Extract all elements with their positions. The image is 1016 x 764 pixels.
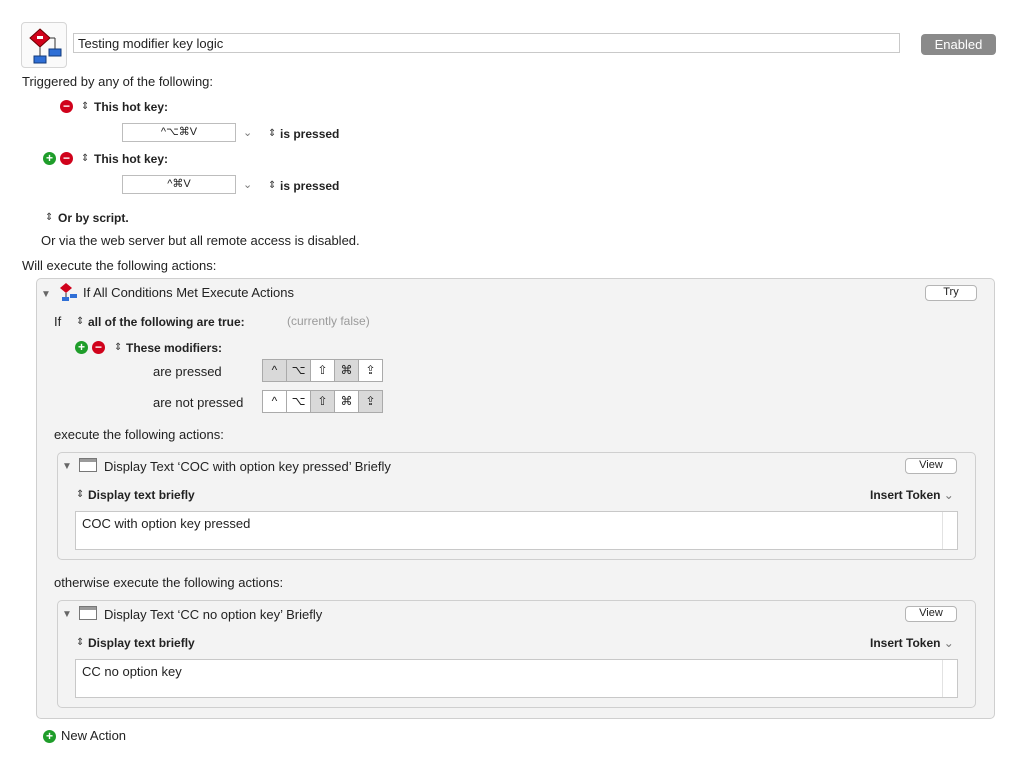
flowchart-icon	[29, 28, 62, 64]
insert-token-menu[interactable]: Insert Token ⌄	[870, 636, 954, 650]
insert-token-label: Insert Token	[870, 636, 941, 650]
modifiers-label[interactable]: These modifiers:	[126, 341, 222, 355]
not-pressed-modifier-toggle[interactable]: ⌥	[287, 391, 311, 412]
pressed-modifiers: ^ ⌥ ⇧ ⌘ ⇪	[262, 359, 383, 382]
then-display-mode[interactable]: Display text briefly	[88, 488, 195, 502]
then-text-value: COC with option key pressed	[82, 516, 251, 531]
updown-icon[interactable]: ⇕	[114, 342, 122, 353]
chevron-down-icon[interactable]: ⌄	[243, 178, 252, 191]
if-action-box: ▼ If All Conditions Met Execute Actions …	[36, 278, 995, 719]
if-label: If	[54, 314, 62, 329]
else-text-area[interactable]: CC no option key	[75, 659, 958, 698]
updown-icon[interactable]: ⇕	[45, 212, 53, 223]
display-text-icon	[79, 606, 97, 620]
not-pressed-modifier-toggle[interactable]: ⌘	[335, 391, 359, 412]
pressed-modifier-toggle[interactable]: ⇧	[311, 360, 335, 381]
chevron-down-icon: ⌄	[940, 488, 954, 502]
pressed-label: are pressed	[153, 364, 222, 379]
else-action-box: ▼ Display Text ‘CC no option key’ Briefl…	[57, 600, 976, 708]
not-pressed-modifier-toggle[interactable]: ^	[263, 391, 287, 412]
disclosure-triangle-icon[interactable]: ▼	[62, 461, 72, 472]
if-action-title: If All Conditions Met Execute Actions	[83, 285, 294, 300]
updown-icon[interactable]: ⇕	[268, 128, 276, 139]
updown-icon[interactable]: ⇕	[76, 316, 84, 327]
not-pressed-modifier-toggle[interactable]: ⇧	[311, 391, 335, 412]
view-button[interactable]: View	[905, 606, 957, 622]
actions-heading: Will execute the following actions:	[22, 258, 217, 273]
disclosure-triangle-icon[interactable]: ▼	[41, 289, 51, 300]
macro-icon[interactable]	[21, 22, 67, 68]
scrollbar[interactable]	[942, 660, 957, 697]
remove-trigger-1-icon[interactable]: −	[60, 100, 73, 113]
else-display-mode[interactable]: Display text briefly	[88, 636, 195, 650]
add-condition-icon[interactable]: +	[75, 341, 88, 354]
chevron-down-icon: ⌄	[940, 636, 954, 650]
else-text-value: CC no option key	[82, 664, 182, 679]
script-trigger[interactable]: Or by script.	[58, 211, 129, 225]
hotkey-1-field[interactable]: ^⌥⌘V	[122, 123, 236, 142]
hotkey-2-condition[interactable]: is pressed	[280, 179, 339, 193]
new-action-button[interactable]: New Action	[61, 728, 126, 743]
then-action-box: ▼ Display Text ‘COC with option key pres…	[57, 452, 976, 560]
updown-icon[interactable]: ⇕	[76, 637, 84, 648]
else-label: otherwise execute the following actions:	[54, 575, 284, 590]
pressed-modifier-toggle[interactable]: ⌥	[287, 360, 311, 381]
updown-icon[interactable]: ⇕	[268, 180, 276, 191]
hotkey-1-condition[interactable]: is pressed	[280, 127, 339, 141]
updown-icon[interactable]: ⇕	[81, 153, 89, 164]
remove-condition-icon[interactable]: −	[92, 341, 105, 354]
view-button[interactable]: View	[905, 458, 957, 474]
hotkey-2-field[interactable]: ^⌘V	[122, 175, 236, 194]
trigger-1-label[interactable]: This hot key:	[94, 100, 168, 114]
insert-token-label: Insert Token	[870, 488, 941, 502]
updown-icon[interactable]: ⇕	[81, 101, 89, 112]
pressed-modifier-toggle[interactable]: ⇪	[359, 360, 382, 381]
then-text-area[interactable]: COC with option key pressed	[75, 511, 958, 550]
macro-name-field[interactable]: Testing modifier key logic	[73, 33, 900, 53]
triggers-heading: Triggered by any of the following:	[22, 74, 214, 89]
chevron-down-icon[interactable]: ⌄	[243, 126, 252, 139]
add-trigger-icon[interactable]: +	[43, 152, 56, 165]
condition-select[interactable]: all of the following are true:	[88, 315, 245, 329]
remove-trigger-2-icon[interactable]: −	[60, 152, 73, 165]
display-text-icon	[79, 458, 97, 472]
not-pressed-label: are not pressed	[153, 395, 244, 410]
not-pressed-modifier-toggle[interactable]: ⇪	[359, 391, 382, 412]
trigger-2-label[interactable]: This hot key:	[94, 152, 168, 166]
not-pressed-modifiers: ^ ⌥ ⇧ ⌘ ⇪	[262, 390, 383, 413]
then-action-title: Display Text ‘COC with option key presse…	[104, 459, 391, 474]
scrollbar[interactable]	[942, 512, 957, 549]
pressed-modifier-toggle[interactable]: ^	[263, 360, 287, 381]
pressed-modifier-toggle[interactable]: ⌘	[335, 360, 359, 381]
if-then-icon	[60, 283, 77, 301]
disclosure-triangle-icon[interactable]: ▼	[62, 609, 72, 620]
then-label: execute the following actions:	[54, 427, 224, 442]
updown-icon[interactable]: ⇕	[76, 489, 84, 500]
try-button[interactable]: Try	[925, 285, 977, 301]
condition-state: (currently false)	[287, 314, 370, 328]
insert-token-menu[interactable]: Insert Token ⌄	[870, 488, 954, 502]
web-server-note: Or via the web server but all remote acc…	[41, 233, 360, 248]
enabled-button[interactable]: Enabled	[921, 34, 996, 55]
else-action-title: Display Text ‘CC no option key’ Briefly	[104, 607, 323, 622]
new-action-icon[interactable]: +	[43, 730, 56, 743]
